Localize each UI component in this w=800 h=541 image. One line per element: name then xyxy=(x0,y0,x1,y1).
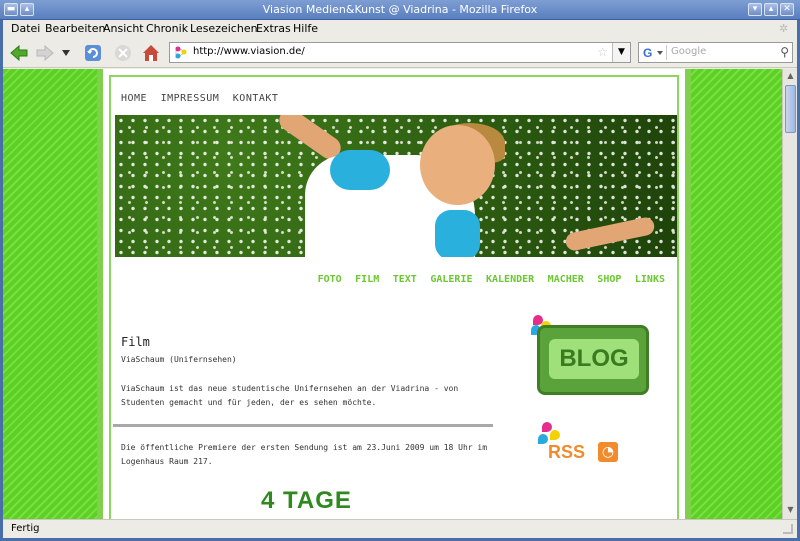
rss-button[interactable]: RSS ◔ xyxy=(536,422,636,472)
nav-text[interactable]: TEXT xyxy=(393,274,417,285)
menu-lesezeichen[interactable]: Lesezeichen xyxy=(190,22,258,35)
search-placeholder: Google xyxy=(671,46,707,57)
home-icon[interactable] xyxy=(141,44,161,62)
minimize-button[interactable]: ▾ xyxy=(748,3,762,16)
section-navigation: FOTO FILM TEXT GALERIE KALENDER MACHER S… xyxy=(308,272,665,285)
event-banner[interactable]: 4 TAGE xyxy=(261,487,352,515)
site-favicon-icon xyxy=(173,45,189,60)
premiere-paragraph: Die öffentliche Premiere der ersten Send… xyxy=(121,443,488,466)
menu-bar: Datei Bearbeiten Ansicht Chronik Lesezei… xyxy=(3,20,797,38)
nav-home[interactable]: HOME xyxy=(121,93,147,104)
rss-label: RSS xyxy=(548,442,586,462)
menu-chronik[interactable]: Chronik xyxy=(146,22,188,35)
url-text[interactable]: http://www.viasion.de/ xyxy=(193,46,305,57)
page-title: Film xyxy=(121,335,150,349)
menu-ansicht[interactable]: Ansicht xyxy=(103,22,144,35)
menu-extras[interactable]: Extras xyxy=(256,22,291,35)
content-divider xyxy=(113,424,493,427)
intro-paragraph: ViaSchaum ist das neue studentische Unif… xyxy=(121,384,459,407)
main-content: Film ViaSchaum (Unifernsehen) ViaSchaum … xyxy=(121,335,496,410)
nav-links[interactable]: LINKS xyxy=(635,274,665,285)
nav-impressum[interactable]: IMPRESSUM xyxy=(161,93,220,104)
back-icon[interactable] xyxy=(9,44,29,62)
nav-macher[interactable]: MACHER xyxy=(548,274,584,285)
url-bar[interactable]: http://www.viasion.de/ ☆ ▼ xyxy=(169,42,631,63)
scroll-thumb[interactable] xyxy=(785,85,796,133)
menu-bearbeiten[interactable]: Bearbeiten xyxy=(45,22,105,35)
maximize-button[interactable]: ▴ xyxy=(764,3,778,16)
top-navigation: HOME IMPRESSUM KONTAKT xyxy=(121,91,288,104)
nav-film[interactable]: FILM xyxy=(355,274,379,285)
nav-kalender[interactable]: KALENDER xyxy=(486,274,534,285)
site-frame: HOME IMPRESSUM KONTAKT FOTO FILM TEXT GA… xyxy=(109,75,679,519)
search-box[interactable]: G Google ⚲ xyxy=(638,42,793,63)
bookmark-star-icon[interactable]: ☆ xyxy=(597,45,608,59)
site-page: HOME IMPRESSUM KONTAKT FOTO FILM TEXT GA… xyxy=(97,69,691,519)
scroll-down-icon[interactable]: ▼ xyxy=(785,505,796,517)
vertical-scrollbar[interactable]: ▲ ▼ xyxy=(782,69,797,519)
page-viewport: HOME IMPRESSUM KONTAKT FOTO FILM TEXT GA… xyxy=(3,69,782,519)
nav-shop[interactable]: SHOP xyxy=(597,274,621,285)
search-engine-icon[interactable]: G xyxy=(641,45,667,60)
forward-icon[interactable] xyxy=(35,44,55,62)
blog-label: BLOG xyxy=(549,339,639,379)
window-titlebar: ▬ ▴ Viasion Medien&Kunst @ Viadrina - Mo… xyxy=(0,0,800,20)
status-text: Fertig xyxy=(11,523,40,534)
history-dropdown-icon[interactable] xyxy=(59,44,73,62)
close-button[interactable]: ✕ xyxy=(780,3,794,16)
browser-window: Datei Bearbeiten Ansicht Chronik Lesezei… xyxy=(3,20,797,538)
menu-hilfe[interactable]: Hilfe xyxy=(293,22,318,35)
nav-galerie[interactable]: GALERIE xyxy=(430,274,472,285)
stop-icon[interactable] xyxy=(113,44,133,62)
search-icon[interactable]: ⚲ xyxy=(780,45,789,59)
reload-icon[interactable] xyxy=(83,44,103,62)
scroll-up-icon[interactable]: ▲ xyxy=(785,71,796,83)
hero-image xyxy=(115,115,677,257)
svg-text:G: G xyxy=(643,46,652,60)
rss-feed-icon: ◔ xyxy=(598,442,618,462)
menu-datei[interactable]: Datei xyxy=(11,22,40,35)
blog-button[interactable]: BLOG xyxy=(531,315,651,397)
page-subtitle: ViaSchaum (Unifernsehen) xyxy=(121,355,237,364)
nav-foto[interactable]: FOTO xyxy=(318,274,342,285)
throbber-icon: ✲ xyxy=(779,22,789,35)
nav-kontakt[interactable]: KONTAKT xyxy=(233,93,279,104)
status-bar: Fertig xyxy=(3,519,797,538)
navigation-toolbar: http://www.viasion.de/ ☆ ▼ G Google ⚲ xyxy=(3,38,797,68)
resize-grip-icon[interactable] xyxy=(783,524,793,534)
url-dropdown-icon[interactable]: ▼ xyxy=(612,43,630,62)
window-title: Viasion Medien&Kunst @ Viadrina - Mozill… xyxy=(262,3,538,16)
